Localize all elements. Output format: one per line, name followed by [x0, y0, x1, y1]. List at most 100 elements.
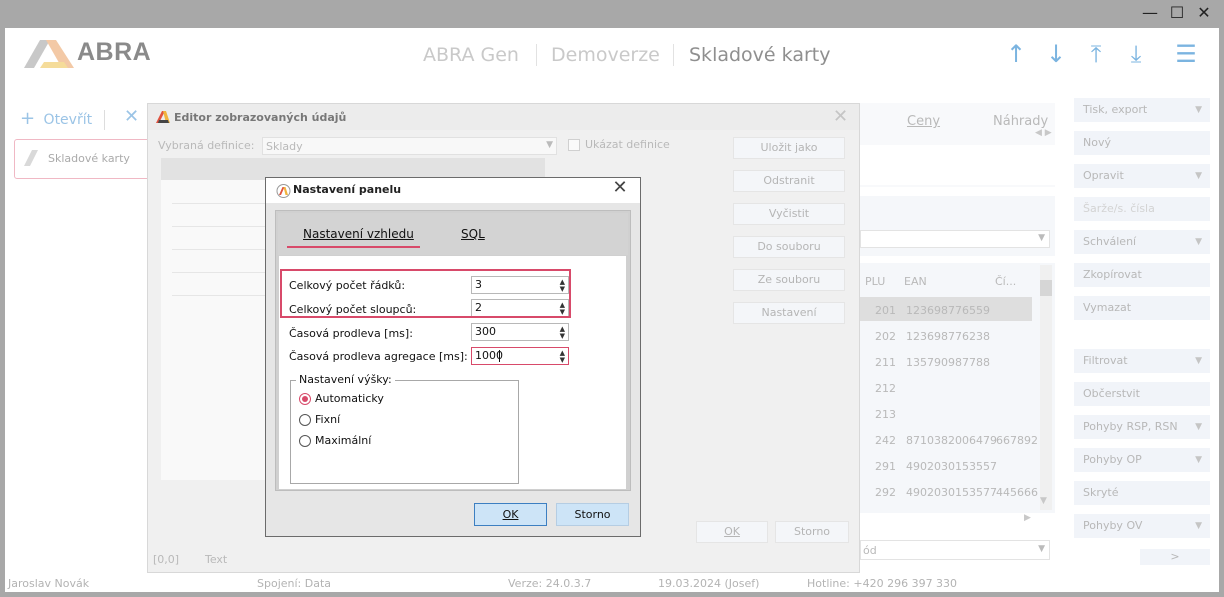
tab-nastaveni-vzhledu[interactable]: Nastavení vzhledu — [303, 227, 414, 241]
bg-filter-combo[interactable]: ▼ — [860, 230, 1050, 248]
tab-ceny[interactable]: Ceny — [907, 114, 940, 129]
abra-logo-icon — [276, 184, 291, 198]
dialog-ok-button[interactable]: OK — [474, 503, 547, 526]
opravit-label: Opravit — [1083, 169, 1124, 182]
ulozit-jako-button[interactable]: Uložit jako — [733, 137, 845, 159]
crumb-demoverze[interactable]: Demoverze — [551, 44, 660, 66]
bg-bottom-combo-value: ód — [863, 544, 877, 557]
menu-icon[interactable]: ☰ — [1173, 40, 1199, 68]
grid-cell-extra: 445666 — [996, 486, 1038, 499]
filtrovat-button[interactable]: Filtrovat ▼ — [1074, 349, 1210, 373]
status-version: Verze: 24.0.3.7 — [508, 577, 592, 590]
definition-value: Sklady — [266, 140, 303, 153]
crumb-divider — [673, 44, 674, 66]
show-definitions-checkbox[interactable] — [568, 139, 580, 151]
arrow-last-icon[interactable]: ⤓ — [1123, 40, 1149, 68]
vymazat-button[interactable]: Vymazat — [1074, 296, 1210, 320]
dialog-close-icon[interactable]: ✕ — [609, 177, 631, 198]
obcerstvit-button[interactable]: Občerstvit — [1074, 382, 1210, 406]
tab-sql[interactable]: SQL — [461, 227, 485, 241]
radio-maximalni-label[interactable]: Maximální — [315, 434, 371, 447]
delay-stepper[interactable]: 300 ▲ ▼ — [471, 323, 569, 341]
delay-value: 300 — [475, 325, 496, 338]
skryte-button[interactable]: Skryté — [1074, 481, 1210, 505]
chevron-down-icon: ▼ — [1038, 233, 1045, 243]
zkopirovat-button[interactable]: Zkopírovat — [1074, 263, 1210, 287]
tab-nahrady[interactable]: Náhrady — [993, 114, 1048, 129]
plus-icon: + — [20, 108, 36, 129]
arrow-first-icon[interactable]: ⤒ — [1083, 40, 1109, 68]
chevron-down-icon: ▼ — [1195, 171, 1202, 181]
open-label: Otevřít — [43, 112, 93, 128]
close-icon[interactable]: ✕ — [124, 106, 139, 127]
editor-text-label: Text — [205, 553, 228, 566]
aggregation-delay-label: Časová prodleva agregace [ms]: — [289, 350, 468, 363]
status-user: Jaroslav Novák — [8, 577, 90, 590]
grid-cell-extra: 667892 — [996, 434, 1038, 447]
chevron-down-icon: ▼ — [546, 140, 553, 150]
abra-logo-icon — [156, 111, 170, 123]
arrow-up-icon[interactable]: ↑ — [1003, 40, 1029, 68]
window-titlebar — [0, 0, 1224, 28]
radio-automaticky[interactable] — [299, 393, 311, 405]
status-date: 19.03.2024 (Josef) — [658, 577, 760, 590]
pohyby-op-button[interactable]: Pohyby OP ▼ — [1074, 448, 1210, 472]
minimize-button[interactable]: — — [1138, 2, 1162, 24]
arrow-down-icon[interactable]: ↓ — [1043, 40, 1069, 68]
grid-cell-plu: 292 — [875, 486, 896, 499]
definition-select[interactable]: Sklady ▼ — [262, 137, 557, 155]
tisk-export-button[interactable]: Tisk, export ▼ — [1074, 98, 1210, 122]
pohyby-ov-button[interactable]: Pohyby OV ▼ — [1074, 514, 1210, 538]
editor-close-icon[interactable]: ✕ — [833, 106, 848, 127]
radio-maximalni[interactable] — [299, 435, 311, 447]
close-window-button[interactable]: ✕ — [1192, 2, 1216, 24]
pohyby-rsp-button[interactable]: Pohyby RSP, RSN ▼ — [1074, 415, 1210, 439]
scroll-down-icon[interactable]: ▼ — [1040, 496, 1047, 506]
editor-ok-button[interactable]: OK — [696, 521, 768, 543]
spin-down-icon[interactable]: ▼ — [560, 357, 565, 364]
maximize-button[interactable]: ☐ — [1165, 2, 1189, 24]
radio-fixni[interactable] — [299, 414, 311, 426]
opravit-button[interactable]: Opravit ▼ — [1074, 164, 1210, 188]
vycistit-button[interactable]: Vyčistit — [733, 203, 845, 225]
do-souboru-button[interactable]: Do souboru — [733, 236, 845, 258]
schvaleni-button[interactable]: Schválení ▼ — [1074, 230, 1210, 254]
editor-grid-line — [172, 249, 272, 250]
status-hotline: Hotline: +420 296 397 330 — [807, 577, 958, 590]
toolbar-divider — [104, 110, 105, 130]
scroll-right-icon[interactable]: ▶ — [1024, 513, 1031, 523]
nastaveni-button[interactable]: Nastavení — [733, 302, 845, 324]
grid-scroll-thumb[interactable] — [1040, 280, 1052, 296]
tab-scroll-arrows[interactable]: ◀ ▶ — [1035, 128, 1052, 138]
spin-down-icon[interactable]: ▼ — [560, 333, 565, 340]
bg-white-area — [860, 145, 1055, 185]
sarze-label: Šarže/s. čísla — [1083, 202, 1155, 215]
grid-cell-plu: 202 — [875, 330, 896, 343]
odstranit-button[interactable]: Odstranit — [733, 170, 845, 192]
radio-automaticky-label[interactable]: Automaticky — [315, 392, 384, 405]
bg-bottom-combo[interactable]: ód ▼ — [860, 540, 1050, 560]
grid-header-plu[interactable]: PLU — [865, 275, 885, 288]
grid-header-extra[interactable]: Čí... — [995, 275, 1016, 288]
novy-button[interactable]: Nový — [1074, 131, 1210, 155]
grid-cell-plu: 211 — [875, 356, 896, 369]
editor-cancel-button[interactable]: Storno — [775, 521, 849, 543]
radio-fixni-label[interactable]: Fixní — [315, 413, 340, 426]
dialog-cancel-button[interactable]: Storno — [556, 503, 629, 526]
grid-header-ean[interactable]: EAN — [904, 275, 927, 288]
editor-title: Editor zobrazovaných údajů — [174, 111, 347, 124]
grid-scrollbar[interactable] — [1040, 265, 1052, 510]
grid-cell-plu: 213 — [875, 408, 896, 421]
grid-cell-plu: 212 — [875, 382, 896, 395]
ze-souboru-button[interactable]: Ze souboru — [733, 269, 845, 291]
skryte-label: Skryté — [1083, 486, 1119, 499]
grid-cell-ean: 4902030153557 — [906, 460, 997, 473]
obcerstvit-label: Občerstvit — [1083, 387, 1140, 400]
more-button[interactable]: > — [1140, 549, 1210, 565]
sarze-button[interactable]: Šarže/s. čísla — [1074, 197, 1210, 221]
tab-skladove-karty-label: Skladové karty — [48, 152, 130, 165]
open-button[interactable]: + Otevřít — [20, 108, 92, 129]
aggregation-delay-stepper[interactable]: 1000 ▲ ▼ — [471, 347, 569, 365]
crumb-abra-gen[interactable]: ABRA Gen — [423, 44, 519, 66]
text-caret — [499, 350, 500, 362]
